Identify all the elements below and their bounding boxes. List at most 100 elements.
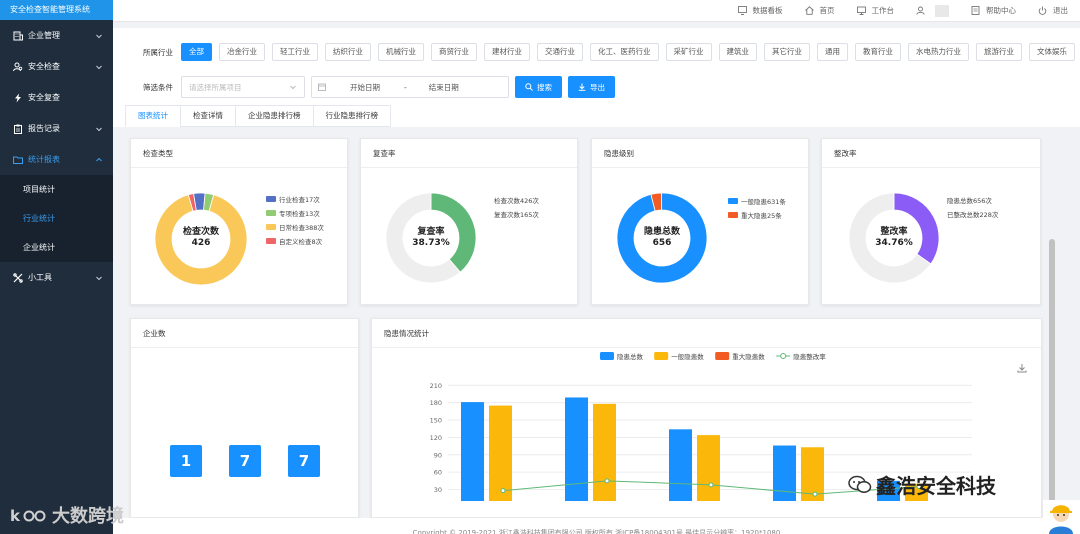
card-title: 检查类型 [131,139,347,168]
industry-chip[interactable]: 水电热力行业 [908,43,969,61]
donut-center-label: 整改率 [880,227,908,237]
chevron-down-icon [95,125,103,133]
industry-chip[interactable]: 化工、医药行业 [590,43,659,61]
chevron-down-icon [95,32,103,40]
review-rate-stats: 检查次数426次 复查次数165次 [494,195,539,223]
industry-chip[interactable]: 商贸行业 [431,43,477,61]
project-select[interactable]: 请选择所属项目 [181,76,305,98]
y-tick-label: 90 [434,451,442,459]
legend-label: 隐患整改率 [793,352,826,361]
legend-item: 专项检查13次 [266,208,324,218]
end-date-input[interactable]: 结束日期 [429,82,459,93]
hazard-level-legend: 一般隐患631条 重大隐患25条 [728,196,786,224]
tab-chart-stats[interactable]: 图表统计 [125,105,180,127]
svg-text:k: k [10,507,21,525]
card-title: 隐患级别 [592,139,808,168]
nav-help-center[interactable]: 帮助中心 [971,5,1016,16]
chart-legend-item[interactable]: 隐患总数 [600,352,644,361]
bar[interactable] [773,445,796,501]
sidebar-item-tools[interactable]: 小工具 [0,262,113,293]
industry-chip[interactable]: 交通行业 [537,43,583,61]
industry-chip[interactable]: 其它行业 [764,43,810,61]
enterprise-count-digit: 7 [229,445,261,477]
industry-chip[interactable]: 冶金行业 [219,43,265,61]
bar[interactable] [593,403,616,501]
nav-data-dashboard[interactable]: 数据看板 [737,5,783,16]
line-point[interactable] [708,482,714,488]
nav-workbench[interactable]: 工作台 [856,5,895,16]
start-date-input[interactable]: 开始日期 [350,82,398,93]
line-point[interactable] [604,478,610,484]
stat-line: 已整改总数228次 [947,211,999,219]
card-title: 企业数 [131,319,358,348]
sidebar-item-reports[interactable]: 报告记录 [0,113,113,144]
legend-label: 重大隐患25条 [741,212,782,220]
sidebar-item-label: 小工具 [28,273,52,282]
bar[interactable] [461,402,484,501]
industry-chip[interactable]: 旅游行业 [976,43,1022,61]
industry-chip[interactable]: 通用 [817,43,848,61]
sidebar-item-safety-check[interactable]: 安全检查 [0,51,113,82]
sidebar-item-label: 安全复查 [28,93,60,102]
condition-filter-label: 筛选条件 [143,82,173,92]
industry-chip[interactable]: 建材行业 [484,43,530,61]
power-icon [1038,6,1047,15]
legend-label: 一般隐患631条 [741,198,786,206]
donut-center-text: 隐患总数 656 [615,227,709,249]
donut-center-text: 复查率 38.73% [384,227,478,249]
wechat-icon [848,475,872,493]
nav-user[interactable] [916,4,949,17]
top-navbar: 数据看板 首页 工作台 帮助中心 退出 [113,0,1080,22]
footer: Copyright © 2019-2021 浙江鑫浩科技集团有限公司 版权所有 … [113,518,1080,534]
industry-chip[interactable]: 采矿行业 [665,43,712,61]
y-tick-label: 30 [434,486,442,494]
tab-enterprise-ranking[interactable]: 企业隐患排行榜 [235,105,313,127]
sidebar-item-statistics[interactable]: 统计报表 [0,144,113,175]
date-range-picker[interactable]: 开始日期 - 结束日期 [311,76,509,98]
industry-chip[interactable]: 文体娱乐 [1029,43,1075,61]
nav-label: 工作台 [871,6,895,15]
industry-chip[interactable]: 全部 [181,43,212,61]
sidebar-subitem-industry-stats[interactable]: 行业统计 [0,204,113,233]
chart-legend-item[interactable]: 重大隐患数 [715,352,765,361]
stat-line: 隐患总数656次 [947,197,992,205]
y-tick-label: 60 [434,469,442,477]
nav-logout[interactable]: 退出 [1038,5,1068,16]
calendar-icon [318,83,326,91]
sidebar-subitem-enterprise-stats[interactable]: 企业统计 [0,233,113,262]
nav-home[interactable]: 首页 [804,5,835,16]
export-button[interactable]: 导出 [568,76,615,98]
sidebar-item-safety-review[interactable]: 安全复查 [0,82,113,113]
bar[interactable] [697,435,720,501]
legend-swatch [728,212,738,218]
bar[interactable] [669,429,692,501]
scrollbar[interactable] [1049,239,1055,534]
chart-legend-item[interactable]: 隐患整改率 [776,352,826,361]
card-title: 复查率 [361,139,577,168]
line-point[interactable] [500,488,506,494]
date-separator: - [404,82,407,92]
chart-legend-item[interactable]: 一般隐患数 [654,352,704,361]
folder-icon [12,154,23,165]
industry-chip[interactable]: 轻工行业 [272,43,318,61]
sidebar-subitem-project-stats[interactable]: 项目统计 [0,175,113,204]
industry-chip[interactable]: 机械行业 [378,43,424,61]
sidebar-item-label: 安全检查 [28,62,60,71]
y-tick-label: 120 [430,434,442,442]
enterprise-count-digit: 1 [170,445,202,477]
sidebar-item-enterprise[interactable]: 企业管理 [0,20,113,51]
search-button[interactable]: 搜索 [515,76,562,98]
bar[interactable] [489,405,512,501]
content-area: 检查类型 检查次数 426 行业检查17次 专项检查13次 日常检查388次 自… [113,127,1080,534]
bar[interactable] [565,397,588,501]
chevron-up-icon [95,156,103,164]
line-point[interactable] [812,491,818,497]
industry-chip[interactable]: 教育行业 [855,43,901,61]
tab-industry-ranking[interactable]: 行业隐患排行榜 [312,105,391,127]
export-button-label: 导出 [590,82,605,92]
home-icon [804,6,814,15]
industry-chip[interactable]: 建筑业 [718,43,757,61]
industry-chip[interactable]: 纺织行业 [325,43,371,61]
tab-check-details[interactable]: 检查详情 [180,105,235,127]
chevron-down-icon [95,63,103,71]
